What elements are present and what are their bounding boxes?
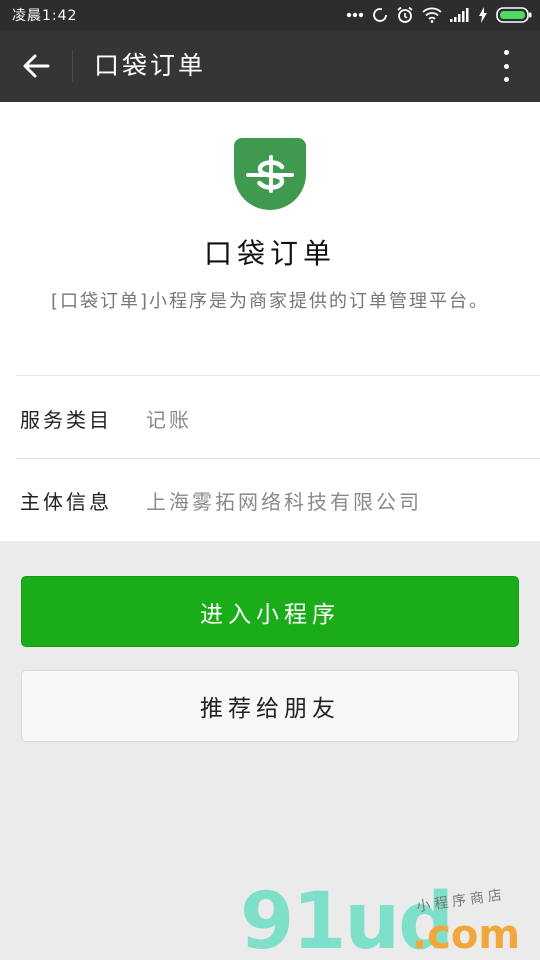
recommend-to-friend-button[interactable]: 推荐给朋友 (21, 670, 519, 742)
toolbar-divider (72, 50, 73, 82)
toolbar-title: 口袋订单 (94, 51, 207, 80)
entity-info-value: 上海雾拓网络科技有限公司 (146, 489, 422, 514)
more-dot-icon (503, 77, 509, 82)
more-options-button[interactable] (492, 48, 520, 84)
more-notifications-icon (346, 12, 364, 18)
status-bar: 凌晨1:42 (0, 0, 540, 30)
signal-icon (450, 8, 470, 22)
watermark-com-text: .com (412, 912, 521, 958)
row-divider (16, 458, 540, 459)
app-logo (234, 138, 306, 210)
top-toolbar: 口袋订单 (0, 30, 540, 102)
dollar-sign-icon (246, 155, 294, 193)
service-category-value: 记账 (146, 407, 192, 432)
site-watermark: 91ud 小程序商店 .com (240, 883, 540, 960)
charging-icon (478, 7, 488, 23)
more-dot-icon (503, 50, 509, 55)
app-name: 口袋订单 (203, 237, 336, 270)
mini-program-profile-screen: 凌晨1:42 口袋订单 口袋订单 [口袋订单]小程序是为商家提供的订单管理平台。… (0, 0, 540, 960)
app-description: [口袋订单]小程序是为商家提供的订单管理平台。 (50, 291, 490, 312)
wifi-icon (422, 7, 442, 23)
entity-info-row: 主体信息 上海雾拓网络科技有限公司 (20, 480, 520, 520)
status-time: 凌晨1:42 (12, 8, 78, 24)
entity-info-label: 主体信息 (20, 489, 112, 514)
status-icons (346, 0, 532, 30)
sync-icon (372, 7, 388, 23)
service-category-row: 服务类目 记账 (20, 398, 520, 438)
alarm-icon (396, 6, 414, 24)
service-category-label: 服务类目 (20, 407, 112, 432)
more-dot-icon (503, 63, 509, 69)
enter-mini-program-button[interactable]: 进入小程序 (21, 576, 519, 647)
back-button[interactable] (14, 46, 58, 86)
battery-icon (496, 7, 532, 23)
row-divider (16, 375, 540, 376)
mini-program-info-card: 口袋订单 [口袋订单]小程序是为商家提供的订单管理平台。 服务类目 记账 主体信… (0, 102, 540, 541)
back-arrow-icon (23, 54, 50, 78)
